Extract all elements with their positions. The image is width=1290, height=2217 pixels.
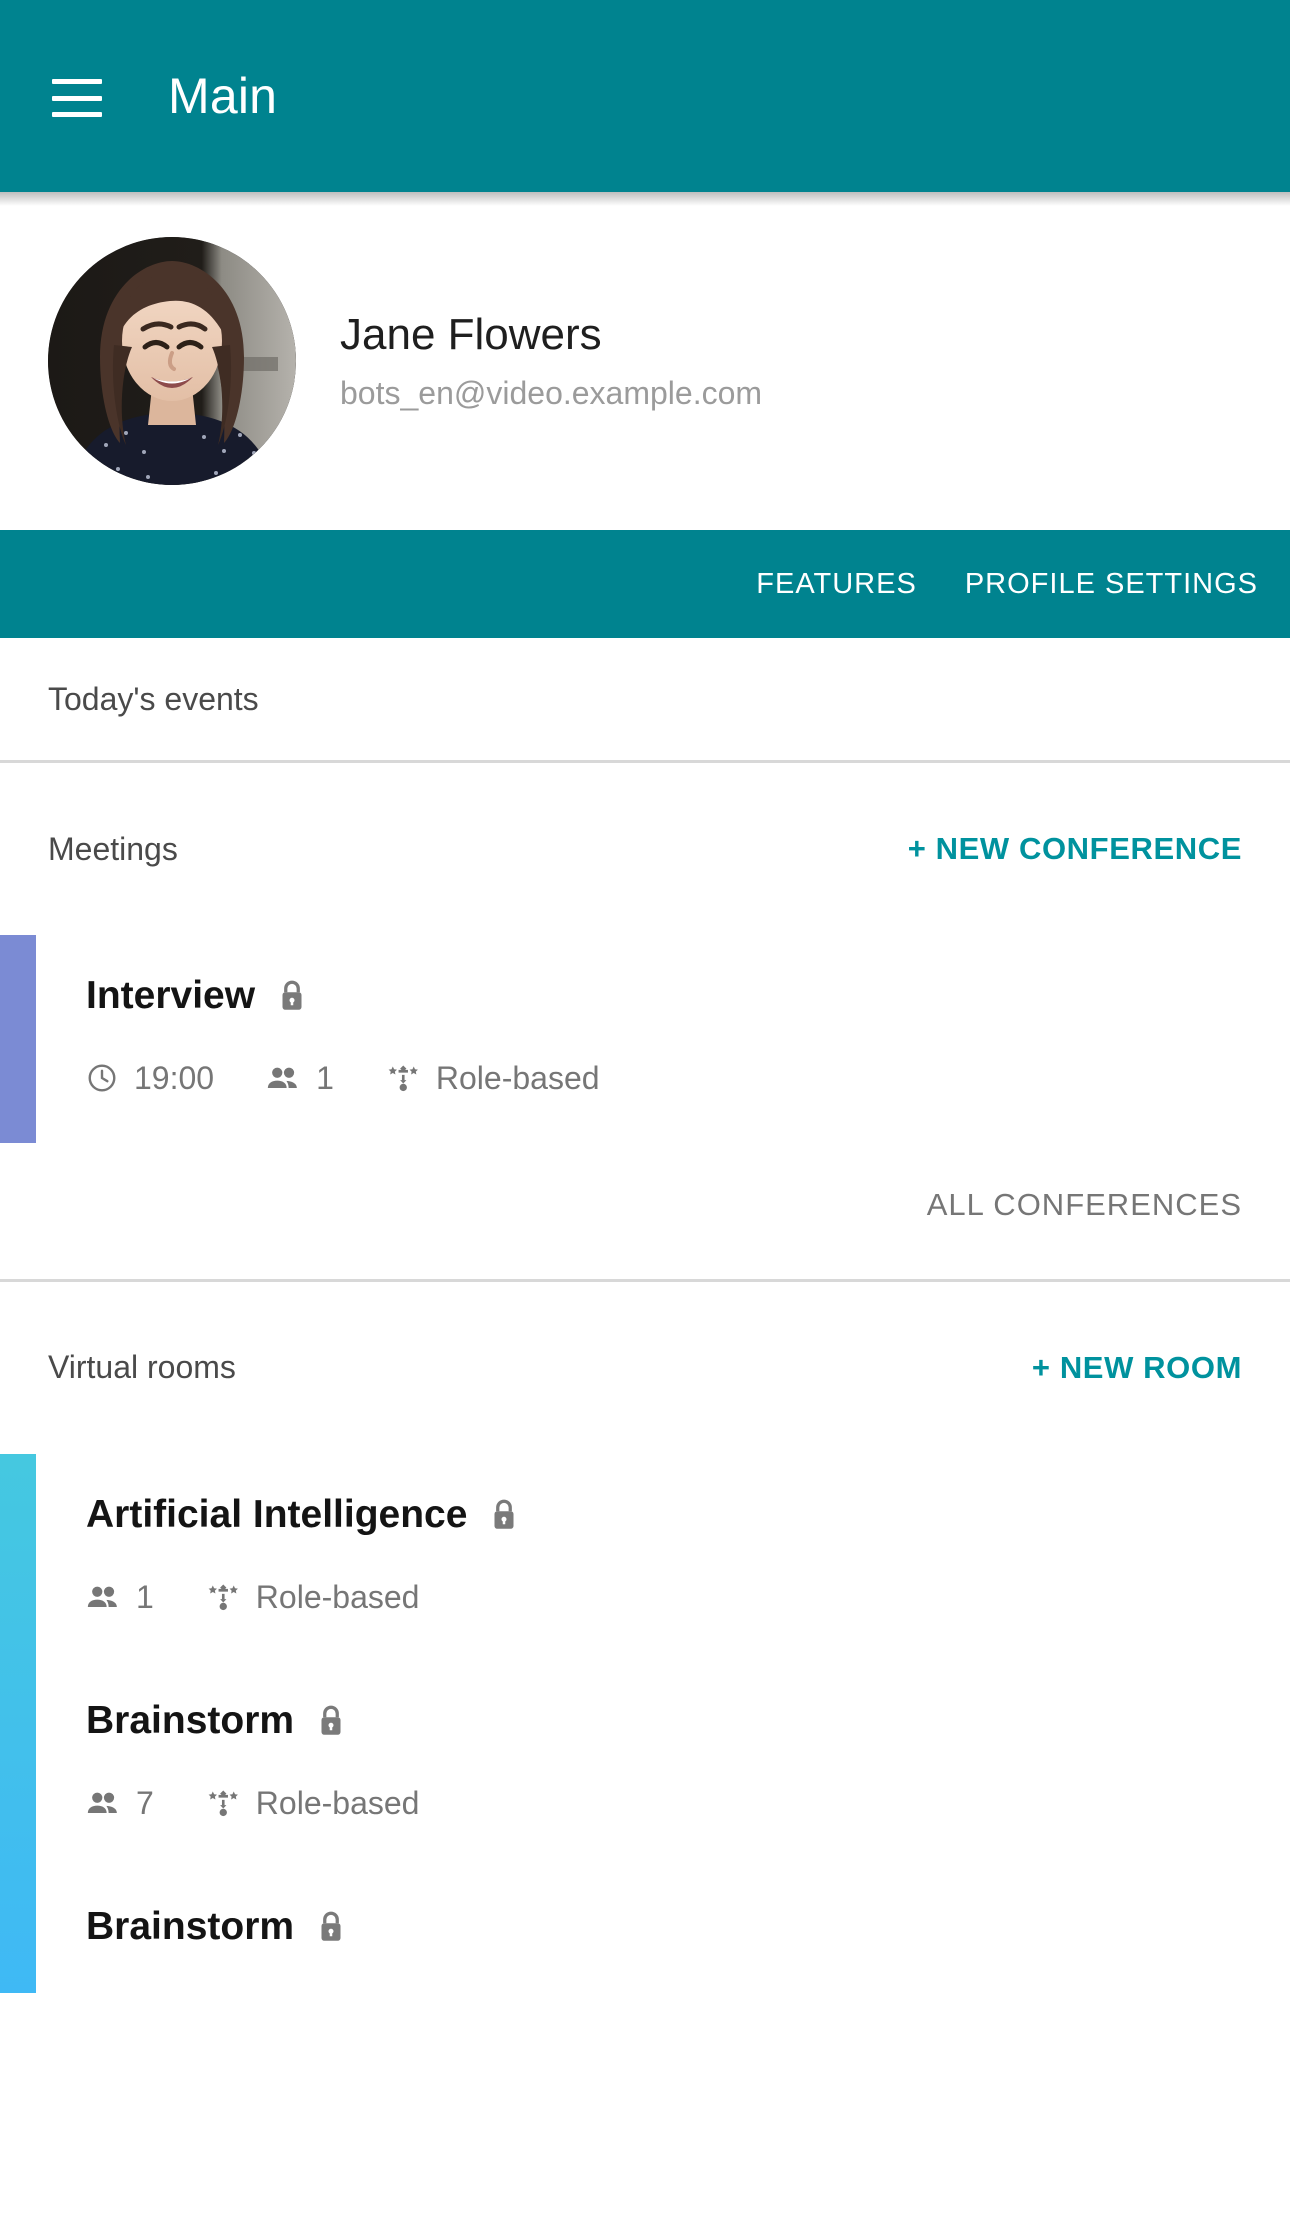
profile-text: Jane Flowers bots_en@video.example.com	[340, 310, 762, 411]
meeting-card[interactable]: Interview 19:00 1 Role-based	[0, 935, 1290, 1143]
meeting-name: Interview	[86, 974, 256, 1017]
room-item[interactable]: Brainstorm	[0, 1660, 1290, 1866]
meeting-access: Role-based	[386, 1060, 600, 1097]
room-participants-count: 7	[136, 1784, 154, 1821]
all-conferences-button[interactable]: ALL CONFERENCES	[927, 1187, 1242, 1223]
todays-events-label: Today's events	[48, 680, 259, 717]
rooms-title: Virtual rooms	[48, 1349, 236, 1386]
avatar[interactable]	[48, 237, 296, 485]
rooms-list: Artificial Intelligence 1 Role-based Bra…	[0, 1453, 1290, 1993]
meetings-header: Meetings + NEW CONFERENCE	[0, 763, 1290, 935]
room-title-row: Brainstorm	[86, 1904, 1242, 1949]
people-icon	[86, 1787, 120, 1819]
meeting-access-text: Role-based	[435, 1059, 600, 1096]
room-participants: 1	[86, 1579, 154, 1616]
profile-header: Jane Flowers bots_en@video.example.com	[0, 192, 1290, 530]
room-participants-count: 1	[136, 1578, 154, 1615]
meeting-meta-row: 19:00 1 Role-based	[86, 1060, 1242, 1097]
room-name: Brainstorm	[86, 1904, 295, 1948]
role-based-icon	[206, 1580, 240, 1614]
room-participants: 7	[86, 1785, 154, 1822]
lock-icon	[316, 1909, 346, 1945]
lock-icon	[489, 1497, 519, 1533]
lock-icon	[277, 978, 307, 1014]
meeting-accent-bar	[0, 935, 36, 1143]
all-conferences-row: ALL CONFERENCES	[0, 1143, 1290, 1279]
room-access-text: Role-based	[255, 1578, 420, 1615]
clock-icon	[86, 1062, 118, 1094]
profile-email: bots_en@video.example.com	[340, 374, 763, 411]
new-room-button[interactable]: + NEW ROOM	[1032, 1350, 1242, 1386]
todays-events-section: Today's events	[0, 638, 1290, 760]
room-access: Role-based	[206, 1578, 420, 1616]
profile-name: Jane Flowers	[340, 310, 602, 360]
room-name: Artificial Intelligence	[86, 1492, 468, 1536]
rooms-header: Virtual rooms + NEW ROOM	[0, 1282, 1290, 1454]
tab-features[interactable]: FEATURES	[756, 568, 917, 601]
rooms-accent-bar	[0, 1453, 36, 1993]
room-title-row: Artificial Intelligence	[86, 1492, 1242, 1537]
hamburger-menu-icon[interactable]	[52, 79, 102, 117]
app-bar: Main	[0, 0, 1290, 192]
role-based-icon	[206, 1786, 240, 1820]
meeting-time: 19:00	[86, 1060, 214, 1097]
room-meta-row: 7 Role-based	[86, 1785, 1242, 1822]
meeting-participants-count: 1	[316, 1059, 334, 1096]
app-bar-shadow	[0, 192, 1290, 206]
tab-profile-settings[interactable]: PROFILE SETTINGS	[965, 568, 1258, 601]
meeting-title-row: Interview	[86, 974, 1242, 1018]
meeting-time-text: 19:00	[134, 1059, 215, 1096]
room-access-text: Role-based	[255, 1784, 420, 1821]
people-icon	[266, 1062, 300, 1094]
people-icon	[86, 1581, 120, 1613]
page-title: Main	[168, 68, 278, 124]
app-root: Main Jane Flowers bots_en@video.example.…	[0, 0, 1290, 2217]
room-meta-row: 1 Role-based	[86, 1579, 1242, 1616]
room-title-row: Brainstorm	[86, 1698, 1242, 1743]
new-conference-button[interactable]: + NEW CONFERENCE	[908, 831, 1242, 867]
room-item[interactable]: Brainstorm	[0, 1866, 1290, 1993]
meetings-title: Meetings	[48, 830, 178, 867]
role-based-icon	[386, 1061, 420, 1095]
room-access: Role-based	[206, 1784, 420, 1822]
tab-bar: FEATURES PROFILE SETTINGS	[0, 530, 1290, 638]
room-item[interactable]: Artificial Intelligence 1 Role-based	[0, 1454, 1290, 1660]
lock-icon	[316, 1703, 346, 1739]
meeting-participants: 1	[266, 1060, 334, 1097]
room-name: Brainstorm	[86, 1698, 295, 1742]
